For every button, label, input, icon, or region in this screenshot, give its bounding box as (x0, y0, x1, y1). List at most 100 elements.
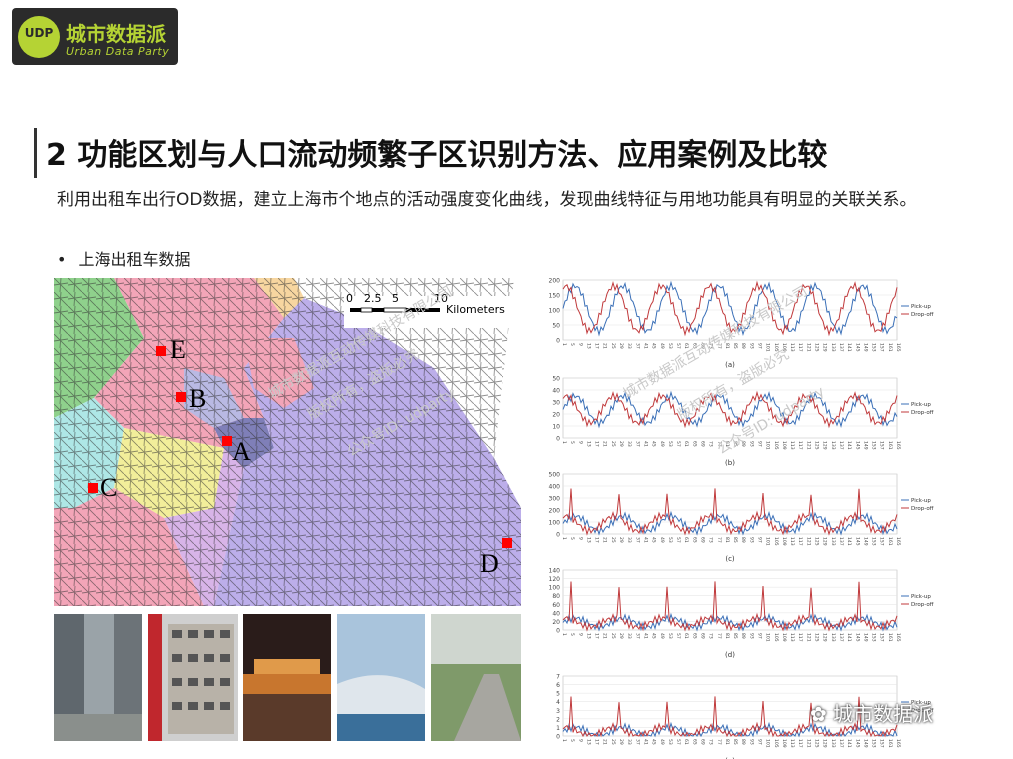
panel-1-xtick-4: 17 (594, 441, 600, 447)
panel-0-ytick-3: 150 (549, 293, 561, 300)
panel-3-xtick-32: 129 (822, 633, 828, 642)
panel-3-xtick-30: 121 (805, 633, 811, 642)
panel-0-xtick-3: 13 (585, 343, 591, 349)
panel-3-xtick-18: 73 (708, 633, 714, 639)
slide-title: 2 功能区划与人口流动频繁子区识别方法、应用案例及比较 (46, 138, 828, 173)
panel-0-xtick-5: 21 (602, 343, 608, 349)
panel-2-xtick-32: 129 (822, 537, 828, 546)
panel-4-xtick-40: 161 (887, 739, 893, 748)
panel-3-xtick-24: 97 (757, 633, 763, 639)
panel-2-ytick-0: 0 (556, 532, 560, 539)
panel-4-xtick-0: 1 (561, 739, 567, 742)
panel-2-xtick-30: 121 (805, 537, 811, 546)
panel-3-xtick-23: 93 (748, 633, 754, 639)
panel-2-xtick-40: 161 (887, 537, 893, 546)
panel-3-xtick-13: 53 (667, 633, 673, 639)
panel-4-xtick-36: 145 (854, 739, 860, 748)
panel-1-xtick-3: 13 (585, 441, 591, 447)
panel-0-xtick-6: 25 (610, 343, 616, 349)
panel-1-xtick-26: 105 (773, 441, 779, 450)
panel-1-xtick-0: 1 (561, 441, 567, 444)
panel-2-xtick-23: 93 (748, 537, 754, 543)
scale-tick-2: 5 (392, 292, 399, 305)
panel-0-xtick-24: 97 (757, 343, 763, 349)
panel-4-xtick-39: 157 (879, 739, 885, 748)
panel-2-xtick-37: 149 (862, 537, 868, 546)
panel-1-xtick-16: 65 (691, 441, 697, 447)
panel-2-xtick-28: 113 (789, 537, 795, 546)
panel-2-xtick-15: 61 (683, 537, 689, 543)
panel-4-xtick-32: 129 (822, 739, 828, 748)
panel-1-ytick-3: 30 (552, 400, 560, 407)
panel-3-xtick-8: 33 (626, 633, 632, 639)
panel-3-xtick-2: 9 (577, 633, 583, 636)
panel-1-ytick-5: 50 (552, 376, 560, 383)
panel-4-xtick-21: 85 (732, 739, 738, 745)
panel-2-ytick-5: 500 (549, 472, 561, 479)
panel-0-xtick-29: 117 (797, 343, 803, 352)
panel-1-xtick-24: 97 (757, 441, 763, 447)
panel-3-xtick-33: 133 (830, 633, 836, 642)
panel-2-xtick-13: 53 (667, 537, 673, 543)
panel-0-xtick-8: 33 (626, 343, 632, 349)
panel-0-xtick-37: 149 (862, 343, 868, 352)
panel-3-xtick-12: 49 (659, 633, 665, 639)
panel-2-xtick-16: 65 (691, 537, 697, 543)
panel-0-xtick-0: 1 (561, 343, 567, 346)
panel-2-xtick-27: 109 (781, 537, 787, 546)
panel-4-xtick-23: 93 (748, 739, 754, 745)
label-c: C (100, 473, 117, 502)
panel-1-xtick-2: 9 (577, 441, 583, 444)
panel-2-ytick-4: 400 (549, 484, 561, 491)
panel-0-xtick-14: 57 (675, 343, 681, 349)
shanghai-zone-map: 0 2.5 5 10 Kilometers E B A C D (54, 278, 521, 606)
panel-1-xtick-30: 121 (805, 441, 811, 450)
panel-2-ytick-2: 200 (549, 508, 561, 515)
photo-apartment (148, 614, 238, 741)
panel-0-xtick-36: 145 (854, 343, 860, 352)
panel-3-xtick-3: 13 (585, 633, 591, 639)
panel-2-xtick-36: 145 (854, 537, 860, 546)
panel-0-legend-dropoff: Drop-off (911, 312, 934, 318)
panel-1-xtick-41: 165 (895, 441, 901, 450)
panel-2-xtick-22: 89 (740, 537, 746, 543)
panel-2-xtick-26: 105 (773, 537, 779, 546)
panel-1-xtick-27: 109 (781, 441, 787, 450)
panel-1-xtick-6: 25 (610, 441, 616, 447)
panel-0-ytick-4: 200 (549, 278, 561, 285)
panel-3-xtick-19: 77 (716, 633, 722, 639)
panel-1-legend-pickup: Pick-up (911, 402, 931, 408)
panel-3-xtick-17: 69 (699, 633, 705, 639)
wechat-badge: ✿ 城市数据派 (810, 702, 934, 726)
panel-3-ytick-4: 80 (552, 593, 560, 600)
panel-2-xtick-24: 97 (757, 537, 763, 543)
panel-2-xtick-31: 125 (814, 537, 820, 546)
scale-unit: Kilometers (446, 303, 505, 316)
panel-2-xtick-8: 33 (626, 537, 632, 543)
panel-0-xtick-34: 137 (838, 343, 844, 352)
panel-3-xtick-26: 105 (773, 633, 779, 642)
panel-3-xtick-4: 17 (594, 633, 600, 639)
panel-3-xtick-28: 113 (789, 633, 795, 642)
site-photos (54, 614, 521, 741)
panel-3-legend-dropoff: Drop-off (911, 602, 934, 608)
panel-4-xtick-26: 105 (773, 739, 779, 748)
panel-0-xtick-35: 141 (846, 343, 852, 352)
logo-cn-text: 城市数据派 (66, 22, 166, 46)
panel-1-xtick-25: 101 (765, 441, 771, 450)
panel-4-xtick-8: 33 (626, 739, 632, 745)
panel-0-ytick-1: 50 (552, 323, 560, 330)
panel-0-xtick-9: 37 (634, 343, 640, 349)
panel-0-xtick-23: 93 (748, 343, 754, 349)
panel-4-xtick-5: 21 (602, 739, 608, 745)
panel-4-xtick-24: 97 (757, 739, 763, 745)
panel-4-xtick-33: 133 (830, 739, 836, 748)
panel-1-legend-dropoff: Drop-off (911, 410, 934, 416)
panel-3-ytick-1: 20 (552, 619, 560, 626)
panel-3-xtick-7: 29 (618, 633, 624, 639)
panel-4-xtick-41: 165 (895, 739, 901, 748)
panel-3-ytick-6: 120 (549, 576, 561, 583)
panel-2-xtick-0: 1 (561, 537, 567, 540)
panel-1-xtick-33: 133 (830, 441, 836, 450)
panel-0-xtick-41: 165 (895, 343, 901, 352)
